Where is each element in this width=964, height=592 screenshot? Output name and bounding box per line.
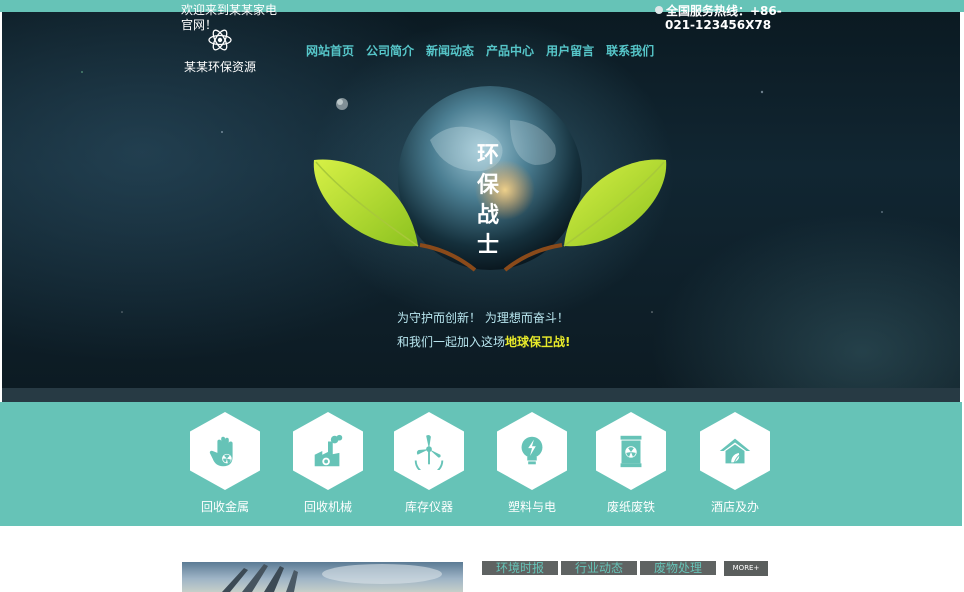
category-hex bbox=[190, 412, 260, 490]
main-nav: 网站首页 公司简介 新闻动态 产品中心 用户留言 联系我们 bbox=[306, 42, 654, 59]
logo-text[interactable]: 某某环保资源 bbox=[184, 58, 256, 75]
category-hex bbox=[700, 412, 770, 490]
welcome-text: 欢迎来到某某家电官网！ bbox=[181, 3, 278, 32]
category-hex bbox=[394, 412, 464, 490]
category-item[interactable]: 废纸废铁 bbox=[586, 412, 676, 515]
slogan-char: 战 bbox=[476, 202, 499, 228]
nav-item-about[interactable]: 公司简介 bbox=[366, 42, 414, 59]
eco-house-icon bbox=[719, 438, 751, 464]
category-label: 库存仪器 bbox=[404, 500, 453, 514]
tab-industry-news[interactable]: 行业动态 bbox=[561, 561, 638, 575]
category-item[interactable]: 回收金属 bbox=[180, 412, 270, 515]
news-tabs: 环境时报 行业动态 废物处理 bbox=[482, 561, 717, 575]
slogan-char: 环 bbox=[476, 142, 499, 168]
hand-radiation-icon bbox=[209, 436, 233, 467]
tagline-line2: 和我们一起加入这场地球保卫战! bbox=[397, 330, 571, 354]
category-label: 回收机械 bbox=[303, 500, 352, 514]
hero-slogan: 环 保 战 士 bbox=[474, 140, 502, 260]
news-photo[interactable] bbox=[182, 562, 463, 592]
category-label: 酒店及办 bbox=[710, 500, 759, 514]
hotline-label: 全国服务热线：+86- bbox=[666, 4, 782, 18]
phone-icon bbox=[655, 6, 663, 14]
category-item[interactable]: 酒店及办 bbox=[690, 412, 780, 515]
category-hex bbox=[293, 412, 363, 490]
category-bar: 回收金属 回收机械 库存仪器 塑料与电 废纸废铁 酒店及办 bbox=[0, 402, 962, 526]
slogan-char: 士 bbox=[476, 232, 499, 258]
wind-turbine-icon bbox=[414, 435, 444, 470]
tab-environment-times[interactable]: 环境时报 bbox=[482, 561, 559, 575]
nav-item-news[interactable]: 新闻动态 bbox=[426, 42, 474, 59]
more-button[interactable]: MORE+ bbox=[724, 561, 768, 576]
toxic-barrel-icon bbox=[620, 435, 642, 468]
nav-item-products[interactable]: 产品中心 bbox=[486, 42, 534, 59]
tagline-line1: 为守护而创新！ 为理想而奋斗！ bbox=[397, 311, 569, 325]
category-item[interactable]: 库存仪器 bbox=[384, 412, 474, 515]
category-label: 塑料与电 bbox=[507, 500, 556, 514]
factory-icon bbox=[314, 434, 343, 467]
hero-tagline: 为守护而创新！ 为理想而奋斗！ 和我们一起加入这场地球保卫战! bbox=[397, 306, 571, 354]
category-label: 废纸废铁 bbox=[606, 500, 655, 514]
category-label: 回收金属 bbox=[200, 500, 249, 514]
nav-item-guestbook[interactable]: 用户留言 bbox=[546, 42, 594, 59]
atom-icon[interactable] bbox=[207, 27, 233, 53]
hotline-number: 021-123456X78 bbox=[665, 18, 772, 32]
hero-bottom-strip bbox=[2, 388, 960, 402]
tagline-prefix: 和我们一起加入这场 bbox=[397, 335, 506, 349]
tagline-highlight: 地球保卫战! bbox=[505, 335, 571, 349]
category-hex bbox=[596, 412, 666, 490]
tab-waste-treatment[interactable]: 废物处理 bbox=[640, 561, 717, 575]
category-item[interactable]: 回收机械 bbox=[283, 412, 373, 515]
lightbulb-icon bbox=[521, 436, 543, 465]
category-item[interactable]: 塑料与电 bbox=[487, 412, 577, 515]
top-accent-bar bbox=[0, 0, 964, 12]
service-hotline: 全国服务热线：+86- 021-123456X78 bbox=[655, 4, 785, 32]
nav-item-home[interactable]: 网站首页 bbox=[306, 42, 354, 59]
nav-item-contact[interactable]: 联系我们 bbox=[606, 42, 654, 59]
slogan-char: 保 bbox=[476, 172, 499, 198]
category-hex bbox=[497, 412, 567, 490]
